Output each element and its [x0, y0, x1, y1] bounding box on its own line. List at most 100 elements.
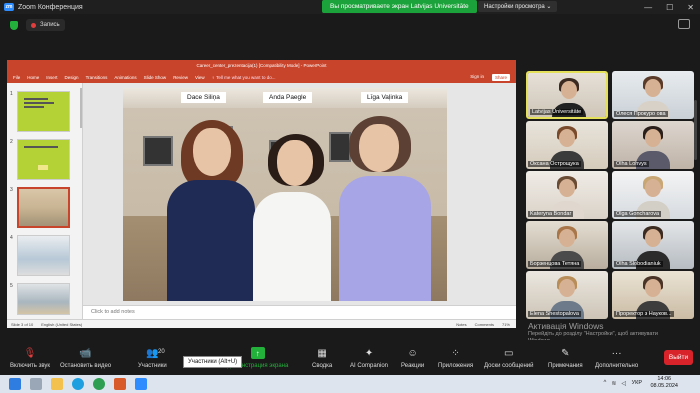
participants-tooltip: Участники (Alt+U) [183, 356, 243, 368]
participant-tile[interactable]: Борзенцова Тетяна [526, 221, 608, 269]
apps-button[interactable]: ⁘ Приложения [438, 347, 474, 370]
zoom-logo-icon: zm [4, 3, 14, 11]
slide-thumbnail-3[interactable] [17, 187, 70, 228]
participant-name: Elena Shestopalova [528, 311, 581, 317]
participant-name: Olga Goncharova [614, 211, 662, 217]
name-tag-1: Dace Siliņa [181, 92, 226, 103]
reactions-icon: ☺ [407, 347, 418, 359]
ribbon-tab-slideshow[interactable]: Slide Show [144, 75, 167, 80]
security-shield-icon[interactable] [10, 20, 18, 30]
mic-muted-icon: 🎙 [23, 347, 37, 359]
thumb-number: 3 [10, 187, 13, 193]
stop-video-button[interactable]: 📹 Остановить видео [60, 347, 111, 370]
participant-tile[interactable]: Olga Goncharova [612, 171, 694, 219]
powerpoint-icon[interactable] [114, 378, 126, 390]
notes-button[interactable]: ✎ Примечания [548, 347, 583, 370]
participant-tile[interactable]: Olha Slobodianiuk [612, 221, 694, 269]
participant-tile[interactable]: Проректор з Науков... [612, 271, 694, 319]
search-icon[interactable] [30, 378, 42, 390]
window-title: Zoom Конференция [18, 3, 83, 11]
notes-placeholder: Click to add notes [91, 309, 135, 315]
ppt-window-title: Career_center_prezentacija(1) [Compatibi… [7, 60, 516, 71]
thumbnail-scrollbar[interactable] [80, 88, 82, 128]
whiteboards-button[interactable]: ▭ Доски сообщений [484, 347, 534, 370]
clock-date: 08.05.2024 [650, 383, 678, 389]
telegram-icon[interactable] [72, 378, 84, 390]
wifi-icon[interactable]: ≋ [611, 380, 616, 387]
gallery-scrollbar[interactable] [694, 100, 697, 160]
ribbon-tab-file[interactable]: File [13, 75, 20, 80]
ribbon-tab-transitions[interactable]: Transitions [86, 75, 108, 80]
summary-label: Сводка [312, 363, 333, 369]
ai-companion-button[interactable]: ✦ AI Companion [350, 347, 389, 370]
ai-companion-label: AI Companion [350, 363, 389, 369]
windows-start-icon[interactable] [9, 378, 21, 390]
volume-icon[interactable]: ◁ [621, 380, 626, 387]
participant-name: Olha Slobodianiuk [614, 261, 663, 267]
thumb-number: 2 [10, 139, 13, 145]
reactions-button[interactable]: ☺ Реакции [401, 347, 424, 370]
system-tray: ^ ≋ ◁ [604, 380, 626, 387]
slide-thumbnail-4[interactable] [17, 235, 70, 276]
leave-meeting-button[interactable]: Выйти [664, 350, 693, 365]
slide-thumbnail-2[interactable] [17, 139, 70, 180]
window-controls: — ☐ ✕ [644, 0, 694, 14]
slide-thumbnail-5[interactable] [17, 283, 70, 315]
thumb-number: 5 [10, 283, 13, 289]
ribbon-tab-design[interactable]: Design [65, 75, 79, 80]
recording-indicator[interactable]: Запись [26, 19, 65, 31]
comments-toggle[interactable]: Comments [475, 322, 494, 327]
unmute-button[interactable]: 🎙 Включить звук [10, 347, 50, 370]
tray-chevron-icon[interactable]: ^ [604, 380, 607, 387]
participant-tile[interactable]: Kateryna Bondar [526, 171, 608, 219]
maximize-button[interactable]: ☐ [666, 3, 673, 12]
language-status: English (United States) [41, 321, 83, 327]
participant-tile[interactable]: Latvijas Universitāte [526, 71, 608, 119]
ribbon-tab-view[interactable]: View [195, 75, 205, 80]
notes-label: Примечания [548, 363, 583, 369]
speaker-notes[interactable]: Click to add notes [83, 305, 516, 319]
participant-name: Олеся Прокуро ова [614, 111, 668, 117]
close-button[interactable]: ✕ [687, 3, 694, 12]
apps-label: Приложения [438, 363, 474, 369]
participant-name: Olha Lohvys [614, 161, 649, 167]
tell-me-search[interactable]: ♀ Tell me what you want to do... [212, 75, 276, 80]
slide-canvas[interactable]: Dace Siliņa Anda Paegle Līga Vaļinka [123, 88, 447, 301]
view-settings-button[interactable]: Настройки просмотра ⌄ [478, 1, 558, 12]
input-language[interactable]: УКР [632, 380, 642, 386]
ribbon-tab-home[interactable]: Home [27, 75, 39, 80]
summary-button[interactable]: ▦ Сводка [312, 347, 333, 370]
ppt-share-button[interactable]: Share [491, 73, 510, 81]
sign-in-link[interactable]: Sign in [470, 74, 484, 81]
participants-label: Участники [138, 363, 167, 369]
slide-thumbnail-1[interactable] [17, 91, 70, 132]
apps-icon: ⁘ [451, 347, 460, 359]
participant-tile[interactable]: Оксана Острощука [526, 121, 608, 169]
more-button[interactable]: ··· Дополнительно [595, 347, 638, 370]
ai-sparkle-icon: ✦ [364, 347, 374, 359]
whiteboards-label: Доски сообщений [484, 363, 534, 369]
participant-tile[interactable]: Elena Shestopalova [526, 271, 608, 319]
participants-button[interactable]: 👥 20 Участники [138, 347, 167, 370]
slide-thumbnail-pane: 1 2 3 4 5 [7, 83, 83, 319]
ribbon-tab-review[interactable]: Review [173, 75, 188, 80]
file-explorer-icon[interactable] [51, 378, 63, 390]
recording-label: Запись [40, 22, 60, 28]
participant-tile[interactable]: Олеся Прокуро ова [612, 71, 694, 119]
zoom-taskbar-icon[interactable] [135, 378, 147, 390]
ribbon-tab-insert[interactable]: Insert [46, 75, 57, 80]
ribbon-tab-animations[interactable]: Animations [114, 75, 136, 80]
ppt-ribbon: File Home Insert Design Transitions Anim… [7, 71, 516, 83]
notes-icon: ✎ [561, 347, 570, 359]
wall-picture [143, 136, 173, 166]
taskbar-clock[interactable]: 14:06 08.05.2024 [650, 376, 678, 390]
notes-toggle[interactable]: Notes [456, 322, 466, 327]
name-tag-2: Anda Paegle [263, 92, 313, 103]
participant-tile[interactable]: Olha Lohvys [612, 121, 694, 169]
slide-counter: Slide 3 of 10 [11, 321, 34, 327]
chrome-icon[interactable] [93, 378, 105, 390]
summary-icon: ▦ [317, 347, 327, 359]
minimize-button[interactable]: — [644, 3, 652, 12]
zoom-level[interactable]: 71% [502, 322, 510, 327]
view-layout-icon[interactable] [678, 19, 690, 29]
